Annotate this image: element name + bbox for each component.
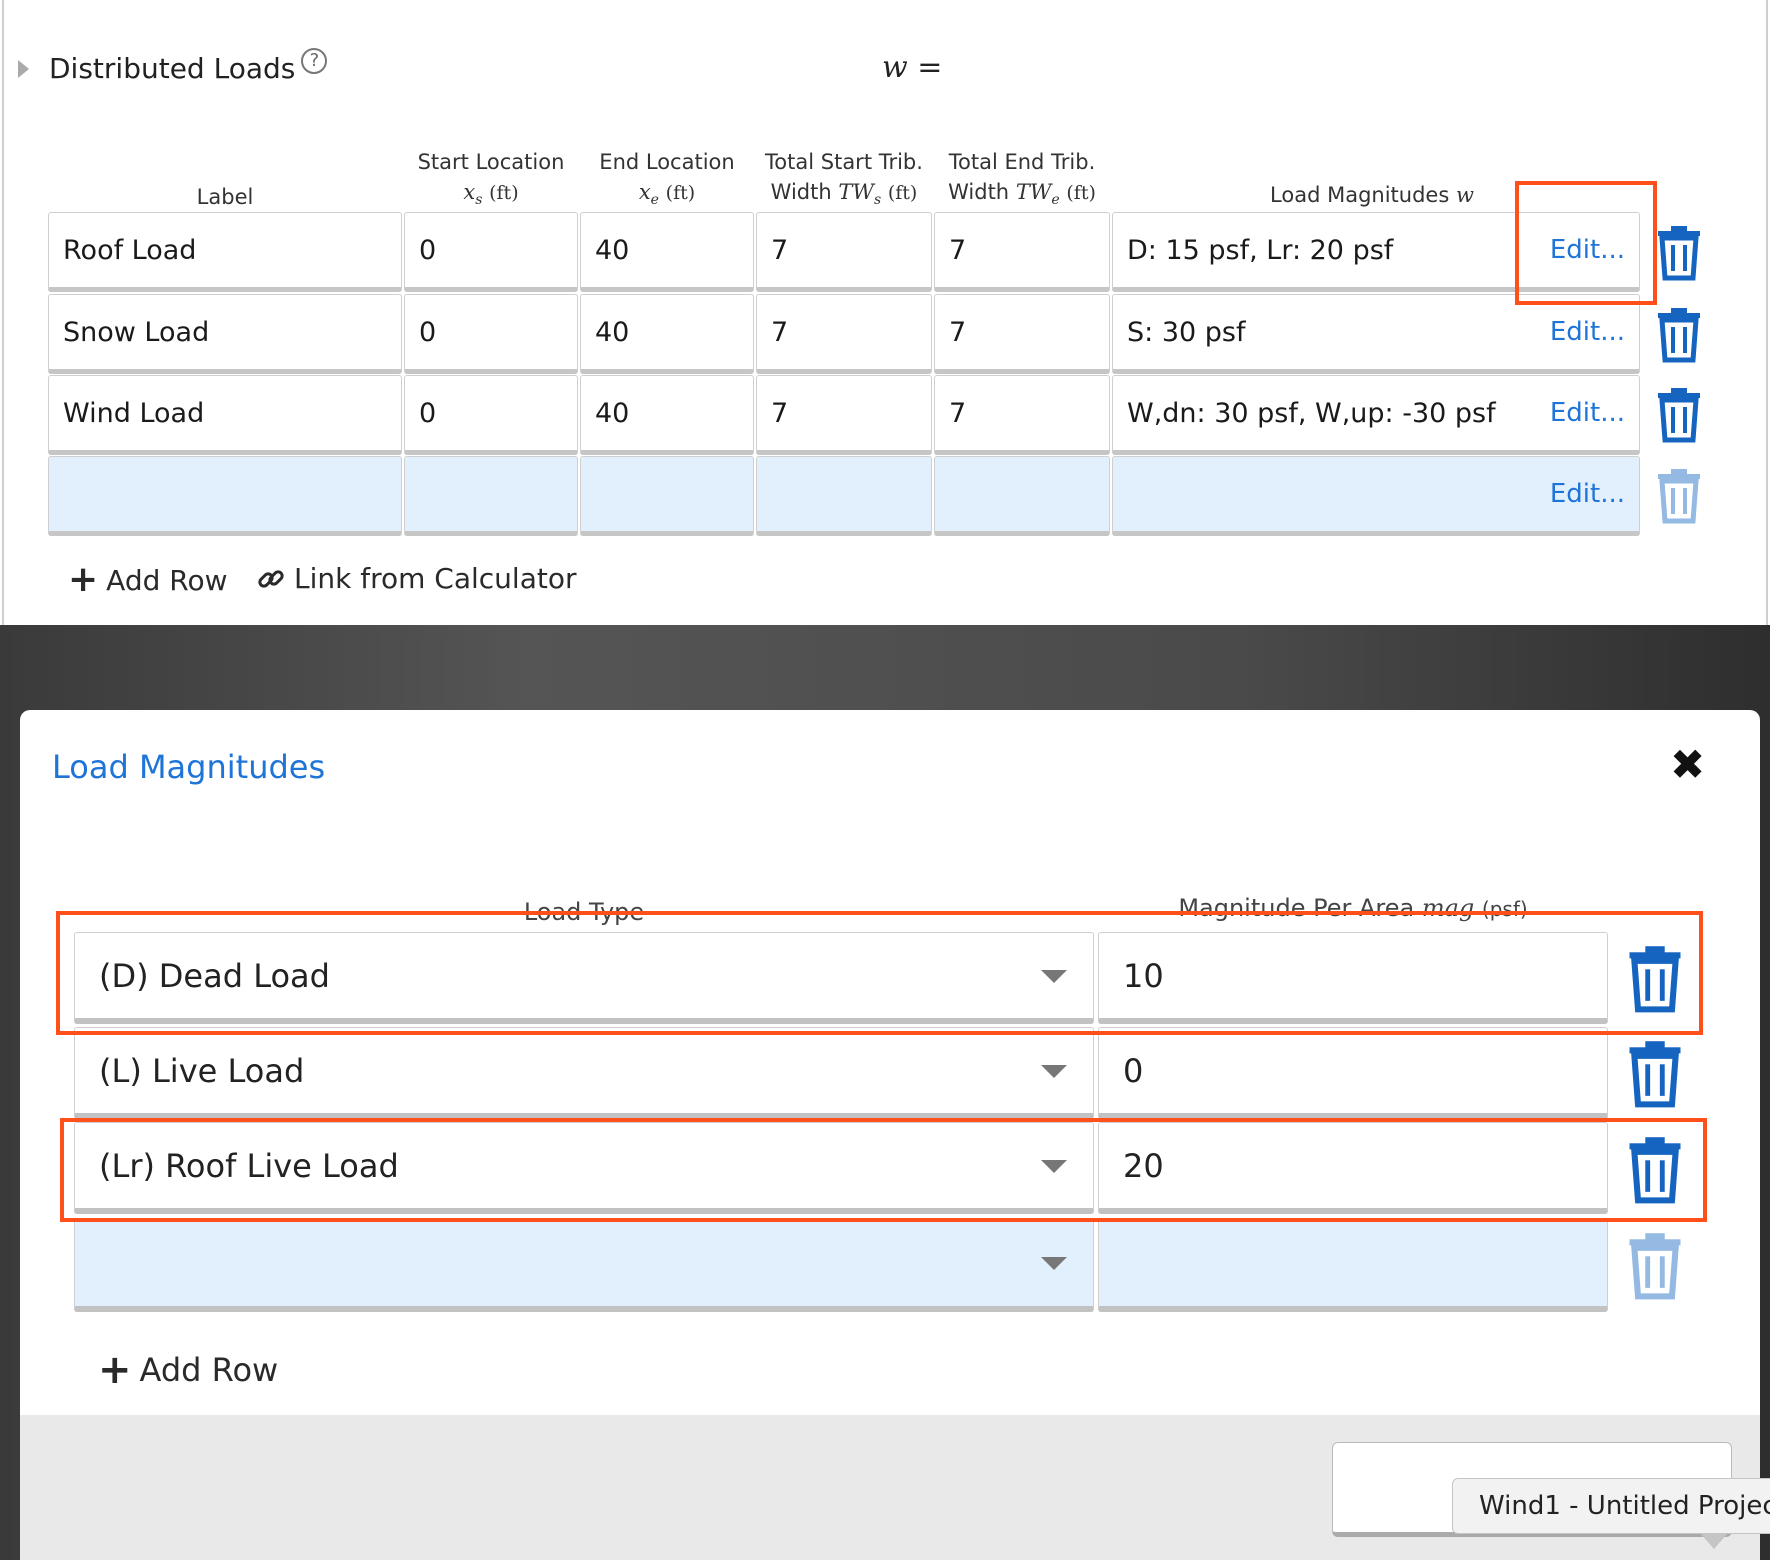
new-row-magnitudes-cell: Edit... [1112, 456, 1640, 536]
row-magnitudes-cell: S: 30 psf Edit... [1112, 294, 1640, 374]
row-end-input[interactable]: 40 [580, 375, 754, 455]
row-end-input[interactable]: 40 [580, 294, 754, 374]
row-end-input[interactable]: 40 [580, 212, 754, 292]
col-header-label: Label [196, 185, 254, 209]
row-start-input[interactable]: 0 [404, 294, 578, 374]
plus-icon: + [68, 559, 99, 600]
row-start-trib-input[interactable]: 7 [756, 294, 932, 374]
new-row-start-trib-input[interactable] [756, 456, 932, 536]
col-header-start: Start Location xs (ft) [417, 150, 565, 209]
row-start-input[interactable]: 0 [404, 212, 578, 292]
modal-title: Load Magnitudes [52, 748, 326, 786]
left-border [2, 0, 4, 625]
section-header[interactable]: Distributed Loads ? [18, 47, 328, 85]
new-row-start-input[interactable] [404, 456, 578, 536]
add-row-button[interactable]: + Add Row [68, 562, 228, 598]
help-icon[interactable]: ? [301, 47, 328, 74]
dropdown-arrow-icon [1041, 1064, 1067, 1078]
plus-icon: + [98, 1347, 132, 1393]
row-magnitudes-text: S: 30 psf [1127, 316, 1246, 348]
link-icon [258, 569, 284, 588]
new-row-label-input[interactable] [48, 456, 402, 536]
load-type-select[interactable]: (L) Live Load [74, 1027, 1094, 1119]
window-tooltip: Wind1 - Untitled Project [1452, 1478, 1770, 1534]
section-title: Distributed Loads [49, 52, 296, 85]
right-border [1766, 0, 1768, 625]
edit-magnitudes-link[interactable]: Edit... [1550, 479, 1625, 509]
row-start-input[interactable]: 0 [404, 375, 578, 455]
row-label-input[interactable]: Roof Load [48, 212, 402, 292]
delete-row-trash-icon [1658, 469, 1700, 524]
add-load-row-button[interactable]: + Add Row [98, 1350, 278, 1390]
expand-triangle-icon[interactable] [18, 59, 29, 78]
row-magnitudes-cell: W,dn: 30 psf, W,up: -30 psf Edit... [1112, 375, 1640, 455]
row-magnitudes-text: D: 15 psf, Lr: 20 psf [1127, 234, 1394, 266]
row-label-input[interactable]: Wind Load [48, 375, 402, 455]
delete-row-trash-icon[interactable] [1656, 225, 1702, 281]
row-label-input[interactable]: Snow Load [48, 294, 402, 374]
new-row-end-trib-input[interactable] [934, 456, 1110, 536]
dropdown-arrow-icon [1041, 1256, 1067, 1270]
col-header-start-trib: Total Start Trib. Width TWs (ft) [765, 150, 923, 209]
tooltip-tail [1700, 1533, 1728, 1549]
link-from-calculator-button[interactable]: Link from Calculator [256, 562, 577, 595]
new-magnitude-input[interactable] [1098, 1218, 1608, 1312]
formula-label: w = [882, 50, 943, 85]
delete-row-trash-icon[interactable] [1656, 307, 1702, 363]
delete-load-trash-icon [1629, 1233, 1681, 1300]
delete-load-trash-icon[interactable] [1626, 1040, 1684, 1108]
edit-magnitudes-link[interactable]: Edit... [1550, 317, 1625, 347]
row-end-trib-input[interactable]: 7 [934, 294, 1110, 374]
dead-load-highlight-box [56, 911, 1703, 1035]
magnitude-input[interactable]: 0 [1098, 1027, 1608, 1119]
col-header-end-trib: Total End Trib. Width TWe (ft) [948, 150, 1096, 209]
row-start-trib-input[interactable]: 7 [756, 212, 932, 292]
new-row-end-input[interactable] [580, 456, 754, 536]
row-end-trib-input[interactable]: 7 [934, 212, 1110, 292]
row-start-trib-input[interactable]: 7 [756, 375, 932, 455]
edit-magnitudes-link[interactable]: Edit... [1550, 398, 1625, 428]
col-header-end: End Location xe (ft) [599, 150, 735, 209]
roof-live-load-highlight-box [60, 1118, 1707, 1222]
close-icon[interactable]: ✖ [1670, 740, 1705, 789]
row-end-trib-input[interactable]: 7 [934, 375, 1110, 455]
row-magnitudes-text: W,dn: 30 psf, W,up: -30 psf [1127, 397, 1496, 429]
new-load-type-select[interactable] [74, 1218, 1094, 1312]
edit-highlight-box [1515, 181, 1657, 305]
delete-row-trash-icon[interactable] [1656, 387, 1702, 443]
